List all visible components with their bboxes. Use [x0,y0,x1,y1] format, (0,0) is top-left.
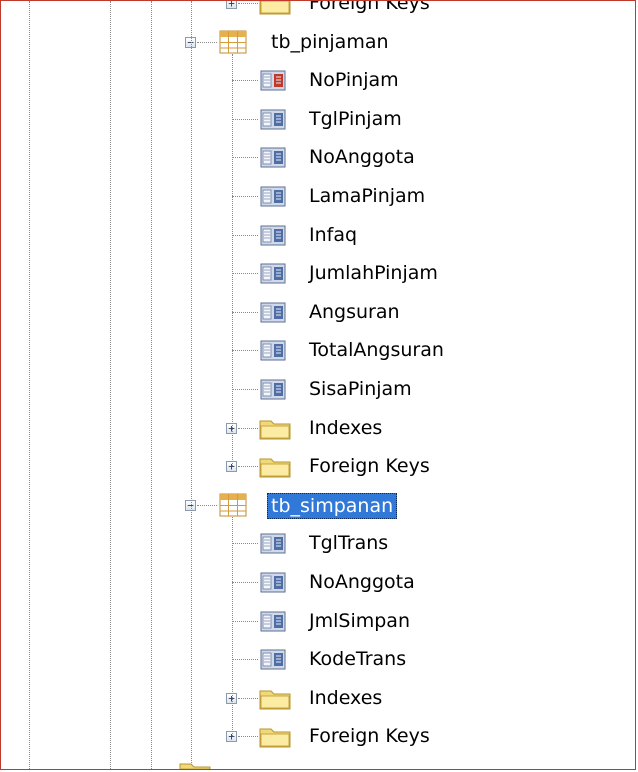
column-name-label[interactable]: LamaPinjam [309,184,425,208]
column-name-label[interactable]: JmlSimpan [309,609,410,633]
tree-connector [232,543,258,545]
column-icon [260,145,286,174]
next-node-partial [1,759,635,769]
object-explorer-tree: + Foreign Keys − tb_pinjaman NoPinjam TglPinj… [0,0,636,770]
folder-indexes[interactable]: + Indexes [1,412,635,445]
column-icon [260,107,286,136]
column-name-label[interactable]: SisaPinjam [309,377,412,401]
tree-connector [232,234,258,236]
table-icon [219,493,247,522]
column-angsuran[interactable]: Angsuran [1,296,635,329]
tree-connector [238,466,258,468]
folder-label[interactable]: Foreign Keys [309,1,430,15]
tree-connector [232,196,258,197]
folder-icon [259,1,291,20]
column-sisapinjam[interactable]: SisaPinjam [1,373,635,406]
folder-icon [259,724,291,753]
column-tgltrans[interactable]: TglTrans [1,527,635,560]
column-icon [260,647,286,676]
column-name-label[interactable]: NoAnggota [309,570,415,594]
column-name-label[interactable]: JumlahPinjam [309,261,438,285]
tree-connector [232,53,233,467]
tree-connector [238,697,258,699]
column-icon [260,300,286,329]
tree-connector [232,311,258,313]
column-name-label[interactable]: TotalAngsuran [309,338,444,362]
tree-connector [232,659,258,661]
column-icon [260,338,286,367]
tree-connector [232,516,233,737]
folder-icon [259,686,291,715]
column-name-label[interactable]: NoAnggota [309,145,415,169]
column-icon [260,531,286,560]
tree-connector [238,3,258,4]
tree-connector [238,736,258,738]
tree-connector [232,620,258,622]
tree-connector [232,118,258,120]
column-noanggota[interactable]: NoAnggota [1,141,635,174]
folder-label[interactable]: Foreign Keys [309,454,430,478]
table-name-label[interactable]: tb_simpanan [267,492,398,519]
tree-connector [232,582,258,583]
folder-icon [259,454,291,483]
column-tglpinjam[interactable]: TglPinjam [1,103,635,136]
column-jumlahpinjam[interactable]: JumlahPinjam [1,257,635,290]
folder-icon [259,416,291,445]
tree-connector [197,41,217,43]
expand-toggle[interactable]: + [226,1,237,9]
tree-connector [232,273,258,275]
table-name-label[interactable]: tb_pinjaman [271,30,389,54]
folder-foreign-keys[interactable]: + Foreign Keys [1,720,635,753]
column-noanggota[interactable]: NoAnggota [1,566,635,599]
tree-connector [197,504,217,506]
column-icon [260,377,286,406]
folder-indexes[interactable]: + Indexes [1,682,635,715]
table-tb_simpanan[interactable]: − tb_simpanan [1,489,635,522]
tree-connector [238,427,258,429]
column-jmlsimpan[interactable]: JmlSimpan [1,605,635,638]
column-kodetrans[interactable]: KodeTrans [1,643,635,676]
column-icon [260,223,286,252]
column-name-label[interactable]: TglPinjam [309,107,402,131]
folder-label[interactable]: Indexes [309,416,382,440]
column-icon [260,609,286,638]
primary-key-column-icon [260,68,286,97]
tree-connector [232,350,258,352]
column-name-label[interactable]: KodeTrans [309,647,406,671]
tree-connector [232,157,258,159]
folder-foreign-keys[interactable]: + Foreign Keys [1,450,635,483]
column-name-label[interactable]: Infaq [309,223,357,247]
table-tb_pinjaman[interactable]: − tb_pinjaman [1,26,635,59]
tree-connector [232,389,258,390]
table-icon [219,30,247,59]
column-name-label[interactable]: Angsuran [309,300,400,324]
column-lamapinjam[interactable]: LamaPinjam [1,180,635,213]
folder-foreign-keys[interactable]: + Foreign Keys [1,1,635,20]
column-icon [260,261,286,290]
folder-label[interactable]: Foreign Keys [309,724,430,748]
column-icon [260,184,286,213]
column-name-label[interactable]: NoPinjam [309,68,399,92]
tree-connector [191,1,192,769]
folder-label[interactable]: Indexes [309,686,382,710]
column-name-label[interactable]: TglTrans [309,531,388,555]
tree-connector [232,80,258,82]
folder-icon [179,759,211,769]
column-totalangsuran[interactable]: TotalAngsuran [1,334,635,367]
column-icon [260,570,286,599]
column-infaq[interactable]: Infaq [1,219,635,252]
column-nopinjam[interactable]: NoPinjam [1,64,635,97]
